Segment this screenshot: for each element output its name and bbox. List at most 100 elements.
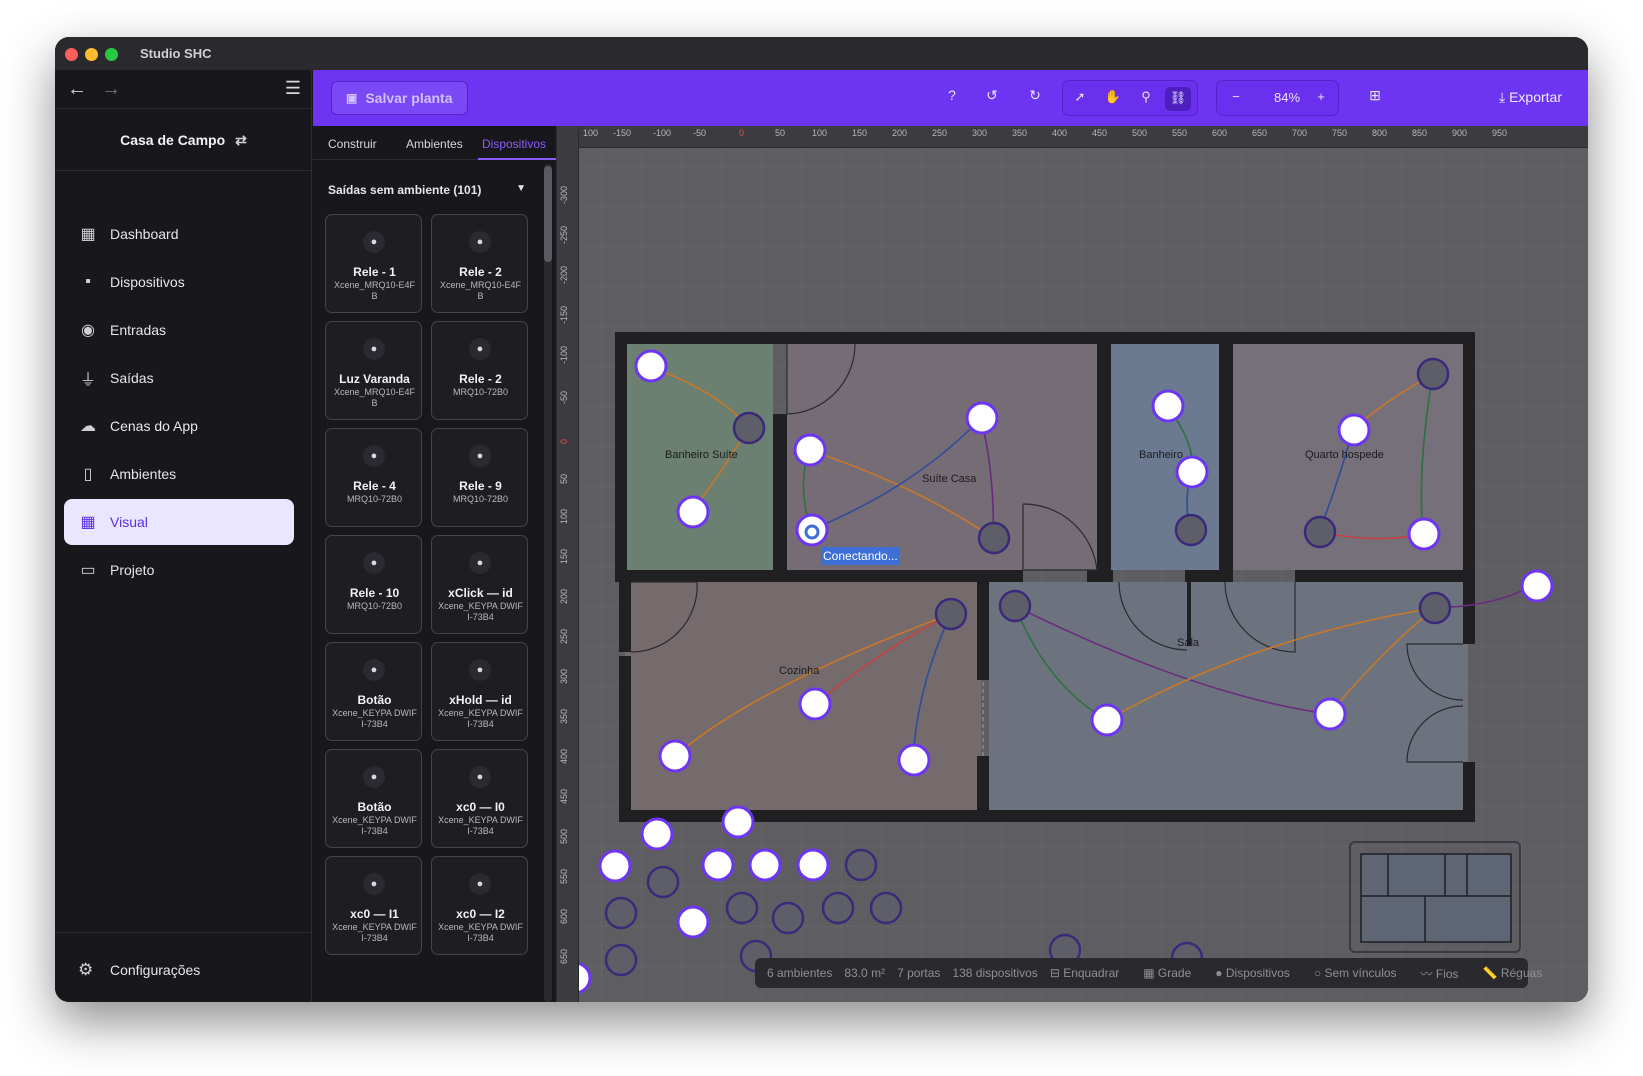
room-label[interactable]: Banheiro bbox=[1139, 449, 1183, 461]
device-card[interactable]: ● xc0 — I1 Xcene_KEYPA DWIFI-73B4 bbox=[325, 856, 422, 955]
sidebar-item-dispositivos[interactable]: ▪ Dispositivos bbox=[64, 259, 294, 305]
layout-icon[interactable]: ⊞ bbox=[1363, 87, 1387, 104]
back-arrow-icon[interactable]: ← bbox=[67, 78, 101, 101]
device-card[interactable]: ● xClick — id Xcene_KEYPA DWIFI-73B4 bbox=[431, 535, 528, 634]
zoom-in-icon[interactable]: + bbox=[1308, 89, 1334, 109]
bulb-marker bbox=[796, 848, 830, 882]
room-label[interactable]: Suíte Casa bbox=[922, 473, 976, 485]
tab-ambientes[interactable]: Ambientes bbox=[406, 137, 463, 151]
wall bbox=[773, 414, 787, 576]
device-card[interactable]: ● Botão Xcene_KEYPA DWIFI-73B4 bbox=[325, 642, 422, 741]
bulb-marker bbox=[1337, 413, 1371, 447]
window-title: Studio SHC bbox=[140, 46, 212, 61]
bulb-icon: ● bbox=[469, 659, 491, 681]
rulers-toggle[interactable]: 📏 Réguas bbox=[1483, 966, 1555, 980]
room-fill bbox=[787, 342, 1101, 570]
sidebar-item-label: Visual bbox=[110, 514, 148, 530]
history-nav: ← → bbox=[67, 78, 135, 101]
help-button[interactable]: ? bbox=[940, 87, 964, 103]
wall bbox=[1463, 582, 1475, 644]
wall bbox=[615, 332, 627, 576]
house-selector[interactable]: Casa de Campo ⇄ bbox=[55, 132, 312, 149]
sidebar-item-label: Dashboard bbox=[110, 226, 179, 242]
tab-dispositivos[interactable]: Dispositivos bbox=[482, 137, 546, 151]
app-window: Studio SHC ← → ☰ Casa de Campo ⇄ ▦ Dashboar… bbox=[55, 37, 1588, 1002]
bulb-marker bbox=[658, 739, 692, 773]
device-card[interactable]: ● Luz Varanda Xcene_MRQ10-E4FB bbox=[325, 321, 422, 420]
switch-marker bbox=[732, 411, 766, 445]
group-title[interactable]: Saídas sem ambiente (101) bbox=[328, 183, 481, 197]
export-button[interactable]: ⤓ Exportar bbox=[1499, 89, 1562, 106]
device-card[interactable]: ● Botão Xcene_KEYPA DWIFI-73B4 bbox=[325, 749, 422, 848]
bulb-marker bbox=[1407, 517, 1441, 551]
bulb-icon: ● bbox=[363, 231, 385, 253]
unlinked-toggle[interactable]: ○ Sem vínculos bbox=[1314, 966, 1409, 980]
wall bbox=[619, 582, 631, 652]
device-card[interactable]: ● Rele - 10 MRQ10-72B0 bbox=[325, 535, 422, 634]
status-devices: 138 dispositivos bbox=[952, 966, 1038, 980]
scrollbar-track[interactable] bbox=[544, 164, 552, 1002]
devices-toggle[interactable]: ● Dispositivos bbox=[1215, 966, 1302, 980]
zoom-out-icon[interactable]: − bbox=[1223, 89, 1249, 109]
save-plan-button[interactable]: ▣ Salvar planta bbox=[331, 81, 468, 115]
scrollbar-thumb[interactable] bbox=[544, 166, 552, 262]
sidebar-item-ambientes[interactable]: ▯ Ambientes bbox=[64, 451, 294, 497]
bulb-marker bbox=[598, 849, 632, 883]
sidebar-item-dashboard[interactable]: ▦ Dashboard bbox=[64, 211, 294, 257]
forward-arrow-icon[interactable]: → bbox=[101, 78, 135, 101]
device-card[interactable]: ● Rele - 9 MRQ10-72B0 bbox=[431, 428, 528, 527]
maximize-window-button[interactable] bbox=[105, 48, 118, 61]
minimize-window-button[interactable] bbox=[85, 48, 98, 61]
device-card[interactable]: ● Rele - 2 MRQ10-72B0 bbox=[431, 321, 528, 420]
sidebar-item-label: Ambientes bbox=[110, 466, 177, 482]
wires-toggle[interactable]: 〰 Fios bbox=[1421, 965, 1471, 982]
room-label[interactable]: Banheiro Suíte bbox=[665, 449, 738, 461]
sidebar-item-visual[interactable]: ▦ Visual bbox=[64, 499, 294, 545]
divider bbox=[55, 932, 312, 933]
zoom-tool-icon[interactable]: ⚲ bbox=[1133, 89, 1159, 109]
device-card[interactable]: ● xc0 — I0 Xcene_KEYPA DWIFI-73B4 bbox=[431, 749, 528, 848]
nav-list: ▦ Dashboard ▪ Dispositivos ◉ Entradas ⏚ Saíd… bbox=[64, 211, 294, 595]
bulb-marker bbox=[1151, 389, 1185, 423]
device-card[interactable]: ● xHold — id Xcene_KEYPA DWIFI-73B4 bbox=[431, 642, 528, 741]
sidebar-item-entradas[interactable]: ◉ Entradas bbox=[64, 307, 294, 353]
wall bbox=[615, 332, 1475, 344]
status-area: 83.0 m² bbox=[844, 966, 886, 980]
gear-icon: ⚙ bbox=[78, 960, 94, 979]
bulb-marker bbox=[798, 687, 832, 721]
room-label[interactable]: Sala bbox=[1177, 637, 1199, 649]
wall bbox=[1185, 570, 1221, 582]
sidebar-item-projeto[interactable]: ▭ Projeto bbox=[64, 547, 294, 593]
caret-down-icon[interactable]: ▼ bbox=[516, 183, 526, 194]
room-label[interactable]: Cozinha bbox=[779, 665, 819, 677]
redo-icon[interactable]: ↻ bbox=[1023, 87, 1047, 104]
switch-marker bbox=[998, 589, 1032, 623]
close-window-button[interactable] bbox=[65, 48, 78, 61]
fit-toggle[interactable]: ⊟ Enquadrar bbox=[1050, 966, 1131, 980]
collapse-sidebar-icon[interactable]: ☰ bbox=[285, 78, 301, 99]
switch-marker bbox=[844, 848, 878, 882]
sidebar-item-cenas[interactable]: ☁ Cenas do App bbox=[64, 403, 294, 449]
floor-plan-canvas[interactable]: 100 -150 -100 -50 0 50 100 150 200 250 3… bbox=[557, 126, 1588, 1002]
device-card[interactable]: ● Rele - 4 MRQ10-72B0 bbox=[325, 428, 422, 527]
swap-icon[interactable]: ⇄ bbox=[235, 132, 247, 148]
device-card[interactable]: ● xc0 — I2 Xcene_KEYPA DWIFI-73B4 bbox=[431, 856, 528, 955]
folder-icon: ▭ bbox=[80, 562, 96, 579]
wall bbox=[615, 570, 1023, 582]
bulb-icon: ● bbox=[363, 338, 385, 360]
device-card[interactable]: ● Rele - 2 Xcene_MRQ10-E4FB bbox=[431, 214, 528, 313]
room-label[interactable]: Quarto hospede bbox=[1305, 449, 1384, 461]
switch-marker bbox=[771, 901, 805, 935]
status-bar: 6 ambientes 83.0 m² 7 portas 138 disposi… bbox=[755, 958, 1542, 988]
tab-construir[interactable]: Construir bbox=[328, 137, 377, 151]
settings-button[interactable]: ⚙ Configurações bbox=[64, 950, 294, 990]
select-tool-icon[interactable]: ➚ bbox=[1067, 89, 1093, 109]
undo-icon[interactable]: ↺ bbox=[980, 87, 1004, 104]
link-tool-icon[interactable]: ⛓ bbox=[1165, 87, 1191, 111]
minimap[interactable] bbox=[1349, 841, 1521, 953]
grid-toggle[interactable]: ▦ Grade bbox=[1143, 966, 1203, 980]
bulb-marker bbox=[965, 401, 999, 435]
pan-tool-icon[interactable]: ✋ bbox=[1100, 89, 1126, 109]
sidebar-item-saidas[interactable]: ⏚ Saídas bbox=[64, 355, 294, 401]
device-card[interactable]: ● Rele - 1 Xcene_MRQ10-E4FB bbox=[325, 214, 422, 313]
